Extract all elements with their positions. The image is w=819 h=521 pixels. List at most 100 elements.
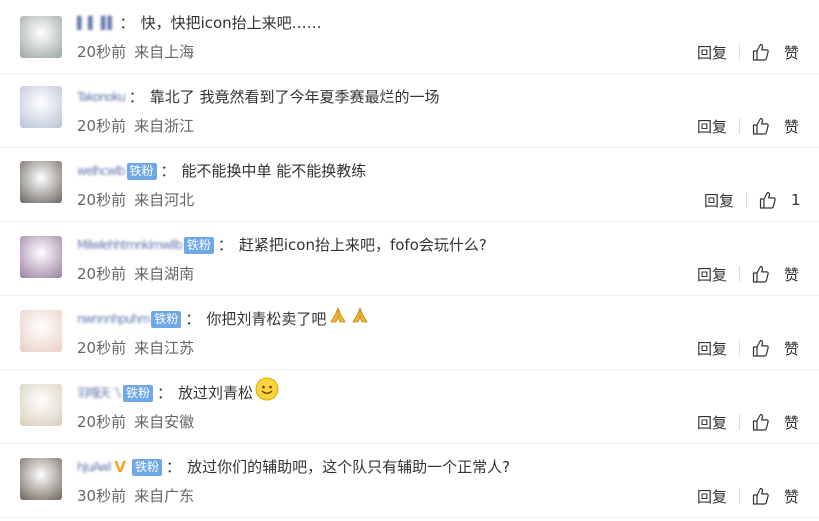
avatar[interactable] xyxy=(20,16,62,58)
comment-header: nwnnnhpuhm 铁粉： 你把刘青松卖了吧 xyxy=(77,306,370,332)
timestamp: 20秒前 xyxy=(77,339,127,357)
username-text: 羽嘎天乁 xyxy=(77,386,122,400)
username-text: nwnnnhpuhm xyxy=(77,312,150,326)
reply-button[interactable]: 回复 xyxy=(704,190,734,211)
comment-meta: 20秒前 来自湖南 xyxy=(77,262,194,286)
location: 来自浙江 xyxy=(134,117,195,135)
divider xyxy=(739,118,741,134)
reply-button[interactable]: 回复 xyxy=(697,116,727,137)
comment-meta: 30秒前 来自广东 xyxy=(77,484,194,508)
username-text: welhcwlb xyxy=(77,164,125,178)
comment-header: Milwlehhtmnkimwllb 铁粉： 赶紧把icon抬上来吧，fofo会玩什… xyxy=(77,232,487,258)
timestamp: 20秒前 xyxy=(77,117,127,135)
colon-separator: ： xyxy=(185,310,201,328)
like-button[interactable]: 赞 xyxy=(752,116,799,137)
thumbs-up-icon xyxy=(752,265,776,283)
colon-separator: ： xyxy=(160,162,176,180)
comment-item: welhcwlb 铁粉： 能不能换中单 能不能换教练 20秒前 来自河北 回复 1 xyxy=(0,148,819,222)
location: 来自上海 xyxy=(134,43,195,61)
thumbs-up-icon xyxy=(752,339,776,357)
thumbs-up-icon xyxy=(752,413,776,431)
timestamp: 20秒前 xyxy=(77,43,127,61)
username-text: ▌ ▌▐ ▌ xyxy=(77,16,117,30)
like-button[interactable]: 1 xyxy=(759,191,801,209)
username-link[interactable]: welhcwlb xyxy=(77,158,125,184)
like-button[interactable]: 赞 xyxy=(752,42,799,63)
reply-button[interactable]: 回复 xyxy=(697,42,727,63)
comment-actions: 回复 赞 xyxy=(697,40,799,64)
username-link[interactable]: nwnnnhpuhm xyxy=(77,306,150,332)
pray-emoji xyxy=(350,305,370,333)
like-label: 赞 xyxy=(784,413,800,432)
location: 来自河北 xyxy=(134,191,195,209)
comment-text: 靠北了 我竟然看到了今年夏季赛最烂的一场 xyxy=(149,88,440,106)
location: 来自江苏 xyxy=(134,339,195,357)
comment-actions: 回复 赞 xyxy=(697,336,799,360)
fan-badge[interactable]: 铁粉 xyxy=(183,236,214,254)
colon-separator: ： xyxy=(157,384,173,402)
thumbs-up-icon xyxy=(752,117,776,135)
comment-meta: 20秒前 来自浙江 xyxy=(77,114,194,138)
username-link[interactable]: Milwlehhtmnkimwllb xyxy=(77,232,183,258)
divider xyxy=(746,192,748,208)
comment-header: hjuAwl V 铁粉： 放过你们的辅助吧，这个队只有辅助一个正常人? xyxy=(77,454,510,480)
avatar[interactable] xyxy=(20,384,62,426)
timestamp: 20秒前 xyxy=(77,413,127,431)
like-button[interactable]: 赞 xyxy=(752,264,799,285)
like-label: 1 xyxy=(791,191,801,209)
comment-actions: 回复 1 xyxy=(704,188,801,212)
comment-item: Milwlehhtmnkimwllb 铁粉： 赶紧把icon抬上来吧，fofo会玩什… xyxy=(0,222,819,296)
pray-emoji xyxy=(328,305,348,333)
timestamp: 20秒前 xyxy=(77,191,127,209)
avatar[interactable] xyxy=(20,458,62,500)
avatar[interactable] xyxy=(20,236,62,278)
fan-badge[interactable]: 铁粉 xyxy=(151,310,182,328)
like-button[interactable]: 赞 xyxy=(752,412,799,433)
comment-header: ▌ ▌▐ ▌： 快，快把icon抬上来吧…… xyxy=(77,10,322,36)
comment-item: hjuAwl V 铁粉： 放过你们的辅助吧，这个队只有辅助一个正常人? 30秒前 来自广东… xyxy=(0,444,819,518)
timestamp: 20秒前 xyxy=(77,265,127,283)
comment-text: 能不能换中单 能不能换教练 xyxy=(181,162,367,180)
username-link[interactable]: Takonoku xyxy=(77,84,126,110)
comment-meta: 20秒前 来自安徽 xyxy=(77,410,194,434)
divider xyxy=(739,44,741,60)
like-button[interactable]: 赞 xyxy=(752,338,799,359)
like-button[interactable]: 赞 xyxy=(752,486,799,507)
fan-badge[interactable]: 铁粉 xyxy=(132,458,163,476)
location: 来自安徽 xyxy=(134,413,195,431)
comment-meta: 20秒前 来自上海 xyxy=(77,40,194,64)
comment-text: 放过你们的辅助吧，这个队只有辅助一个正常人? xyxy=(187,458,511,476)
avatar[interactable] xyxy=(20,161,62,203)
like-label: 赞 xyxy=(784,117,800,136)
vip-icon: V xyxy=(114,458,127,476)
comment-text: 你把刘青松卖了吧 xyxy=(206,310,327,328)
comment-actions: 回复 赞 xyxy=(697,114,799,138)
smile-emoji xyxy=(255,377,279,409)
reply-button[interactable]: 回复 xyxy=(697,338,727,359)
username-text: Takonoku xyxy=(77,90,126,104)
divider xyxy=(739,488,741,504)
comment-item: Takonoku： 靠北了 我竟然看到了今年夏季赛最烂的一场 20秒前 来自浙江 回复 赞 xyxy=(0,74,819,148)
comment-actions: 回复 赞 xyxy=(697,484,799,508)
divider xyxy=(739,340,741,356)
reply-button[interactable]: 回复 xyxy=(697,264,727,285)
fan-badge[interactable]: 铁粉 xyxy=(126,162,157,180)
username-link[interactable]: hjuAwl xyxy=(77,454,111,480)
comment-header: welhcwlb 铁粉： 能不能换中单 能不能换教练 xyxy=(77,158,366,184)
colon-separator: ： xyxy=(128,88,144,106)
username-link[interactable]: 羽嘎天乁 xyxy=(77,380,122,406)
comment-list: ▌ ▌▐ ▌：快，快把icon抬上来吧…… 20秒前 来自上海 回复赞 Takonoku… xyxy=(0,0,819,521)
avatar[interactable] xyxy=(20,86,62,128)
reply-button[interactable]: 回复 xyxy=(697,412,727,433)
username-link[interactable]: ▌ ▌▐ ▌ xyxy=(77,10,117,36)
colon-separator: ： xyxy=(166,458,182,476)
comment-item: 羽嘎天乁 铁粉： 放过刘青松 20秒前 来自安徽 回复 赞 xyxy=(0,370,819,444)
fan-badge[interactable]: 铁粉 xyxy=(123,384,154,402)
avatar[interactable] xyxy=(20,310,62,352)
comment-item: ▌ ▌▐ ▌： 快，快把icon抬上来吧…… 20秒前 来自上海 回复 赞 xyxy=(0,0,819,74)
location: 来自湖南 xyxy=(134,265,195,283)
location: 来自广东 xyxy=(134,487,195,505)
reply-button[interactable]: 回复 xyxy=(697,486,727,507)
comment-meta: 20秒前 来自江苏 xyxy=(77,336,194,360)
username-text: hjuAwl xyxy=(77,460,111,474)
